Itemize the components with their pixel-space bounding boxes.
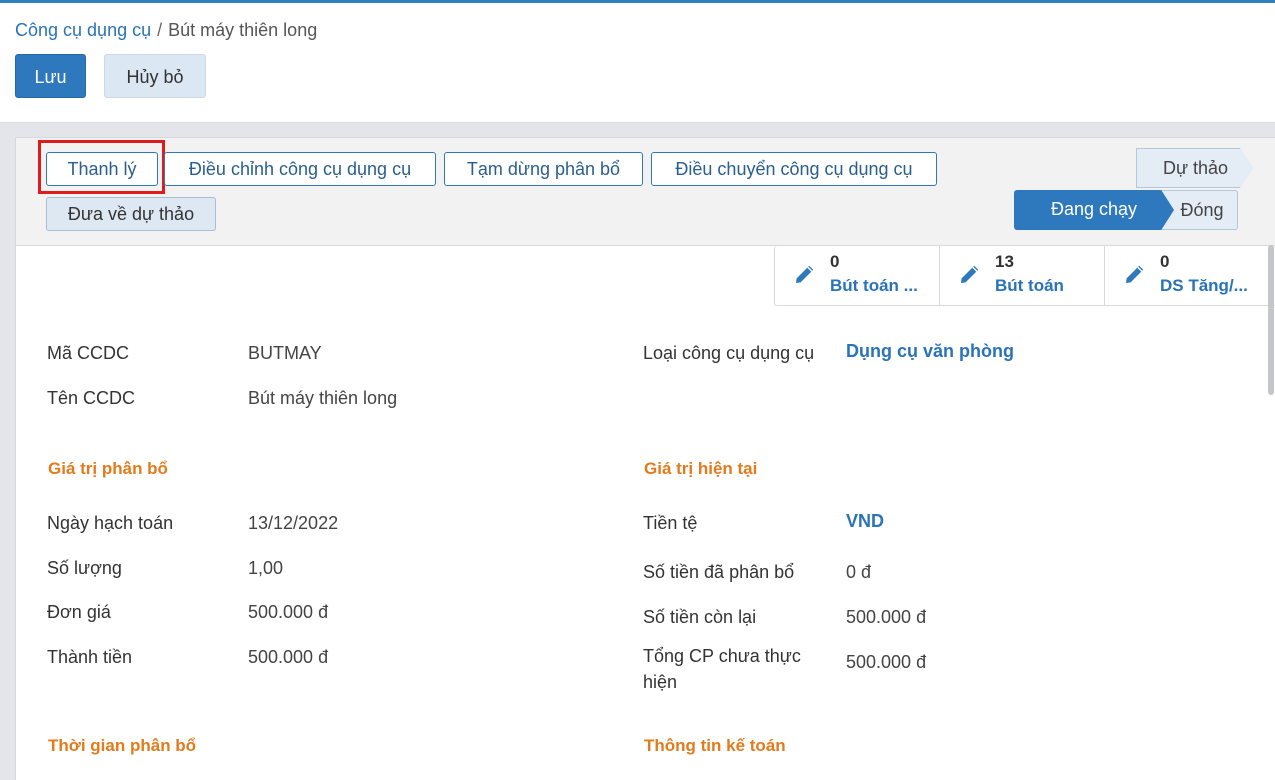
smart-button-label: DS Tăng/... [1160, 276, 1248, 295]
name-value[interactable]: Bút máy thiên long [248, 388, 397, 409]
section-current-value-title: Giá trị hiện tại [644, 459, 758, 478]
amount-value[interactable]: 500.000 đ [248, 647, 328, 668]
currency-link[interactable]: VND [846, 511, 884, 532]
stage-running-active[interactable]: Đang chạy [1014, 190, 1174, 230]
smart-button-count: 13 [995, 252, 1014, 271]
code-value[interactable]: BUTMAY [248, 343, 322, 364]
posting-date-label: Ngày hạch toán [47, 513, 174, 533]
code-label: Mã CCDC [47, 343, 130, 363]
unrealized-cost-label-line1: Tổng CP chưa thực [643, 646, 801, 666]
quantity-value[interactable]: 1,00 [248, 558, 283, 579]
breadcrumb-parent-link[interactable]: Công cụ dụng cụ [15, 20, 151, 40]
breadcrumb-separator: / [157, 20, 163, 40]
breadcrumb: Công cụ dụng cụ / Bút máy thiên long [15, 20, 317, 41]
section-allocation-title: Giá trị phân bổ [48, 459, 168, 478]
vertical-scrollbar[interactable] [1268, 245, 1274, 395]
suspend-allocation-button[interactable]: Tạm dừng phân bổ [444, 152, 643, 186]
smart-button-count: 0 [830, 252, 840, 271]
unrealized-cost-value: 500.000 đ [846, 652, 927, 672]
tool-type-label: Loại công cụ dụng cụ [643, 343, 815, 363]
currency-label: Tiền tệ [643, 513, 698, 533]
smart-button-label: Bút toán ... [830, 276, 918, 295]
form-sheet: Thanh lý Điều chỉnh công cụ dụng cụ Tạm … [15, 137, 1275, 780]
highlight-box [38, 140, 165, 194]
name-label: Tên CCDC [47, 388, 136, 408]
amount-label: Thành tiền [47, 647, 133, 667]
form-status-bar: Thanh lý Điều chỉnh công cụ dụng cụ Tạm … [16, 138, 1275, 246]
pencil-icon [961, 265, 979, 283]
breadcrumb-current: Bút máy thiên long [168, 20, 318, 40]
smart-button-increase-list[interactable]: 0 DS Tăng/... [1104, 246, 1275, 306]
stage-draft[interactable]: Dự thảo [1136, 148, 1254, 188]
smart-button-journal-entries-2[interactable]: 13 Bút toán [939, 246, 1104, 306]
smart-button-count: 0 [1160, 252, 1170, 271]
allocated-amount-label: Số tiền đã phân bổ [643, 562, 795, 582]
pencil-icon [1126, 265, 1144, 283]
quantity-label: Số lượng [47, 558, 122, 578]
remaining-amount-value: 500.000 đ [846, 607, 927, 627]
adjust-tool-button[interactable]: Điều chỉnh công cụ dụng cụ [164, 152, 436, 186]
unrealized-cost-label-line2: hiện [643, 672, 678, 692]
smart-button-label: Bút toán [995, 276, 1064, 295]
allocated-amount-value: 0 đ [846, 562, 872, 582]
cancel-button[interactable]: Hủy bỏ [104, 54, 206, 98]
tool-type-link[interactable]: Dụng cụ văn phòng [846, 341, 1014, 362]
unit-price-value[interactable]: 500.000 đ [248, 602, 328, 623]
transfer-tool-button[interactable]: Điều chuyển công cụ dụng cụ [651, 152, 937, 186]
section-accounting-info-title: Thông tin kế toán [644, 736, 786, 755]
save-button[interactable]: Lưu [15, 54, 86, 98]
remaining-amount-label: Số tiền còn lại [643, 607, 757, 627]
smart-button-journal-entries-1[interactable]: 0 Bút toán ... [774, 246, 939, 306]
unit-price-label: Đơn giá [47, 602, 111, 622]
section-allocation-time-title: Thời gian phân bổ [48, 736, 197, 755]
pencil-icon [796, 265, 814, 283]
posting-date-value[interactable]: 13/12/2022 [248, 513, 338, 534]
control-panel: Công cụ dụng cụ / Bút máy thiên long Lưu H… [0, 3, 1275, 123]
reset-to-draft-button[interactable]: Đưa về dự thảo [46, 197, 216, 231]
